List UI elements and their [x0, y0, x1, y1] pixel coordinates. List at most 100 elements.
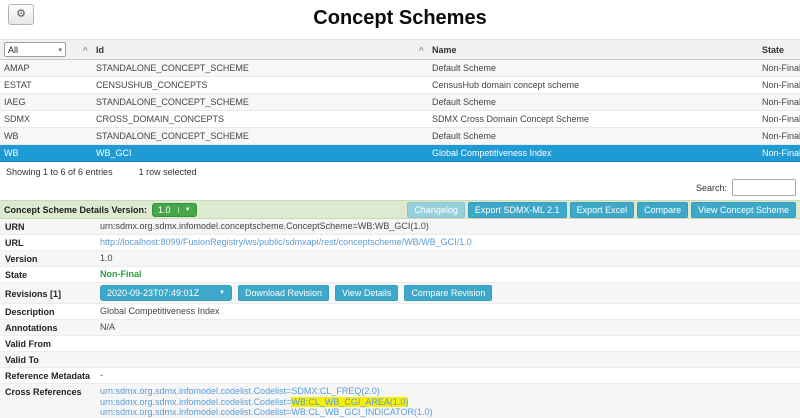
- description-value: Global Competitiveness Index: [100, 306, 795, 316]
- details-panel: URN urn:sdmx.org.sdmx.infomodel.concepts…: [0, 219, 800, 418]
- detail-row-state: State Non-Final: [0, 267, 800, 283]
- table-row-selected[interactable]: WB WB_GCI Global Competitiveness Index N…: [0, 145, 800, 162]
- table-footer: Showing 1 to 6 of 6 entries 1 row select…: [0, 162, 800, 178]
- search-row: Search:: [0, 178, 800, 200]
- agency-filter-value: All: [8, 45, 18, 55]
- field-label: Description: [5, 306, 100, 317]
- cell-state: Non-Final: [758, 94, 800, 111]
- column-header-state-label: State: [762, 45, 784, 55]
- search-label: Search:: [696, 183, 727, 193]
- urn-value: urn:sdmx.org.sdmx.infomodel.conceptschem…: [100, 221, 795, 231]
- details-bar-label: Concept Scheme Details Version:: [4, 205, 147, 215]
- table-row[interactable]: IAEG STANDALONE_CONCEPT_SCHEME Default S…: [0, 94, 800, 111]
- cell-state: Non-Final: [758, 60, 800, 77]
- detail-row-revisions: Revisions [1] 2020-09-23T07:49:01Z ▼ Dow…: [0, 283, 800, 304]
- page-title: Concept Schemes: [0, 7, 800, 30]
- cell-id: CENSUSHUB_CONCEPTS: [92, 77, 428, 94]
- agency-filter-select[interactable]: All ▾: [4, 42, 66, 57]
- cell-state: Non-Final: [758, 77, 800, 94]
- rows-selected-text: 1 row selected: [139, 167, 197, 177]
- field-label: Version: [5, 253, 100, 264]
- cell-id: STANDALONE_CONCEPT_SCHEME: [92, 128, 428, 145]
- column-header-agency[interactable]: All ▾ ^: [0, 40, 92, 60]
- search-input[interactable]: [732, 179, 796, 196]
- cell-id: WB_GCI: [92, 145, 428, 162]
- field-label: Valid To: [5, 354, 100, 365]
- cell-state: Non-Final: [758, 128, 800, 145]
- cell-id: CROSS_DOMAIN_CONCEPTS: [92, 111, 428, 128]
- cell-agency: AMAP: [0, 60, 92, 77]
- version-select[interactable]: 1.0 ▼: [152, 203, 196, 217]
- cross-reference-link[interactable]: urn:sdmx.org.sdmx.infomodel.codelist.Cod…: [100, 407, 433, 417]
- cell-id: STANDALONE_CONCEPT_SCHEME: [92, 94, 428, 111]
- cell-name: Default Scheme: [428, 60, 758, 77]
- detail-row-urn: URN urn:sdmx.org.sdmx.infomodel.concepts…: [0, 219, 800, 235]
- field-label: Valid From: [5, 338, 100, 349]
- detail-row-version: Version 1.0: [0, 251, 800, 267]
- details-actions: Changelog Export SDMX-ML 2.1 Export Exce…: [407, 202, 796, 218]
- column-header-name[interactable]: Name: [428, 40, 758, 60]
- detail-row-valid-to: Valid To: [0, 352, 800, 368]
- field-label: Annotations: [5, 322, 100, 333]
- column-header-id-label: Id: [96, 45, 104, 55]
- detail-row-cross-references: Cross References urn:sdmx.org.sdmx.infom…: [0, 384, 800, 418]
- settings-button[interactable]: ⚙: [8, 4, 34, 25]
- compare-button[interactable]: Compare: [637, 202, 688, 218]
- select-arrow-icon: ▾: [58, 46, 62, 54]
- cell-agency: SDMX: [0, 111, 92, 128]
- export-sdmx-button[interactable]: Export SDMX-ML 2.1: [468, 202, 567, 218]
- details-header-bar: Concept Scheme Details Version: 1.0 ▼ Ch…: [0, 200, 800, 219]
- detail-row-reference-metadata: Reference Metadata -: [0, 368, 800, 384]
- concept-schemes-page: ⚙ Concept Schemes All ▾ ^ Id: [0, 0, 800, 418]
- compare-revision-button[interactable]: Compare Revision: [404, 285, 492, 301]
- detail-row-description: Description Global Competitiveness Index: [0, 304, 800, 320]
- cell-state: Non-Final: [758, 111, 800, 128]
- url-link[interactable]: http://localhost:8099/FusionRegistry/ws/…: [100, 237, 472, 247]
- cross-reference-link-highlighted[interactable]: urn:sdmx.org.sdmx.infomodel.codelist.Cod…: [100, 397, 408, 407]
- cell-name: Default Scheme: [428, 128, 758, 145]
- revision-select-value: 2020-09-23T07:49:01Z: [107, 288, 199, 298]
- gear-icon: ⚙: [16, 8, 26, 20]
- view-details-button[interactable]: View Details: [335, 285, 398, 301]
- cell-agency: WB: [0, 128, 92, 145]
- sort-asc-icon: ^: [83, 46, 88, 54]
- cross-reference-prefix: urn:sdmx.org.sdmx.infomodel.codelist.Cod…: [100, 397, 291, 407]
- column-header-state[interactable]: State: [758, 40, 800, 60]
- column-header-id[interactable]: Id ^: [92, 40, 428, 60]
- cross-reference-link[interactable]: urn:sdmx.org.sdmx.infomodel.codelist.Cod…: [100, 386, 380, 396]
- revision-select[interactable]: 2020-09-23T07:49:01Z ▼: [100, 285, 232, 301]
- cell-name: Default Scheme: [428, 94, 758, 111]
- annotations-value: N/A: [100, 322, 795, 332]
- table-row[interactable]: WB STANDALONE_CONCEPT_SCHEME Default Sch…: [0, 128, 800, 145]
- download-revision-button[interactable]: Download Revision: [238, 285, 329, 301]
- table-row[interactable]: SDMX CROSS_DOMAIN_CONCEPTS SDMX Cross Do…: [0, 111, 800, 128]
- highlighted-text: WB:CL_WB_CGI_AREA(1.0): [291, 397, 408, 407]
- field-label: Revisions [1]: [5, 288, 100, 299]
- field-label: State: [5, 269, 100, 280]
- detail-row-annotations: Annotations N/A: [0, 320, 800, 336]
- view-concept-scheme-button[interactable]: View Concept Scheme: [691, 202, 796, 218]
- field-label: Reference Metadata: [5, 370, 100, 381]
- cell-agency: IAEG: [0, 94, 92, 111]
- table-row[interactable]: AMAP STANDALONE_CONCEPT_SCHEME Default S…: [0, 60, 800, 77]
- reference-metadata-value: -: [100, 370, 795, 380]
- chevron-down-icon: ▼: [178, 207, 191, 213]
- detail-row-valid-from: Valid From: [0, 336, 800, 352]
- version-select-value: 1.0: [158, 205, 171, 215]
- field-label: URN: [5, 221, 100, 232]
- cell-agency: WB: [0, 145, 92, 162]
- cell-name: Global Competitiveness Index: [428, 145, 758, 162]
- chevron-down-icon: ▼: [219, 288, 225, 298]
- table-header-row: All ▾ ^ Id ^ Name State: [0, 40, 800, 60]
- export-excel-button[interactable]: Export Excel: [570, 202, 635, 218]
- field-label: URL: [5, 237, 100, 248]
- cell-name: SDMX Cross Domain Concept Scheme: [428, 111, 758, 128]
- column-header-name-label: Name: [432, 45, 457, 55]
- detail-row-url: URL http://localhost:8099/FusionRegistry…: [0, 235, 800, 251]
- field-label: Cross References: [5, 386, 100, 397]
- cell-name: CensusHub domain concept scheme: [428, 77, 758, 94]
- changelog-button[interactable]: Changelog: [407, 202, 465, 218]
- version-value: 1.0: [100, 253, 795, 263]
- table-row[interactable]: ESTAT CENSUSHUB_CONCEPTS CensusHub domai…: [0, 77, 800, 94]
- cell-state: Non-Final: [758, 145, 800, 162]
